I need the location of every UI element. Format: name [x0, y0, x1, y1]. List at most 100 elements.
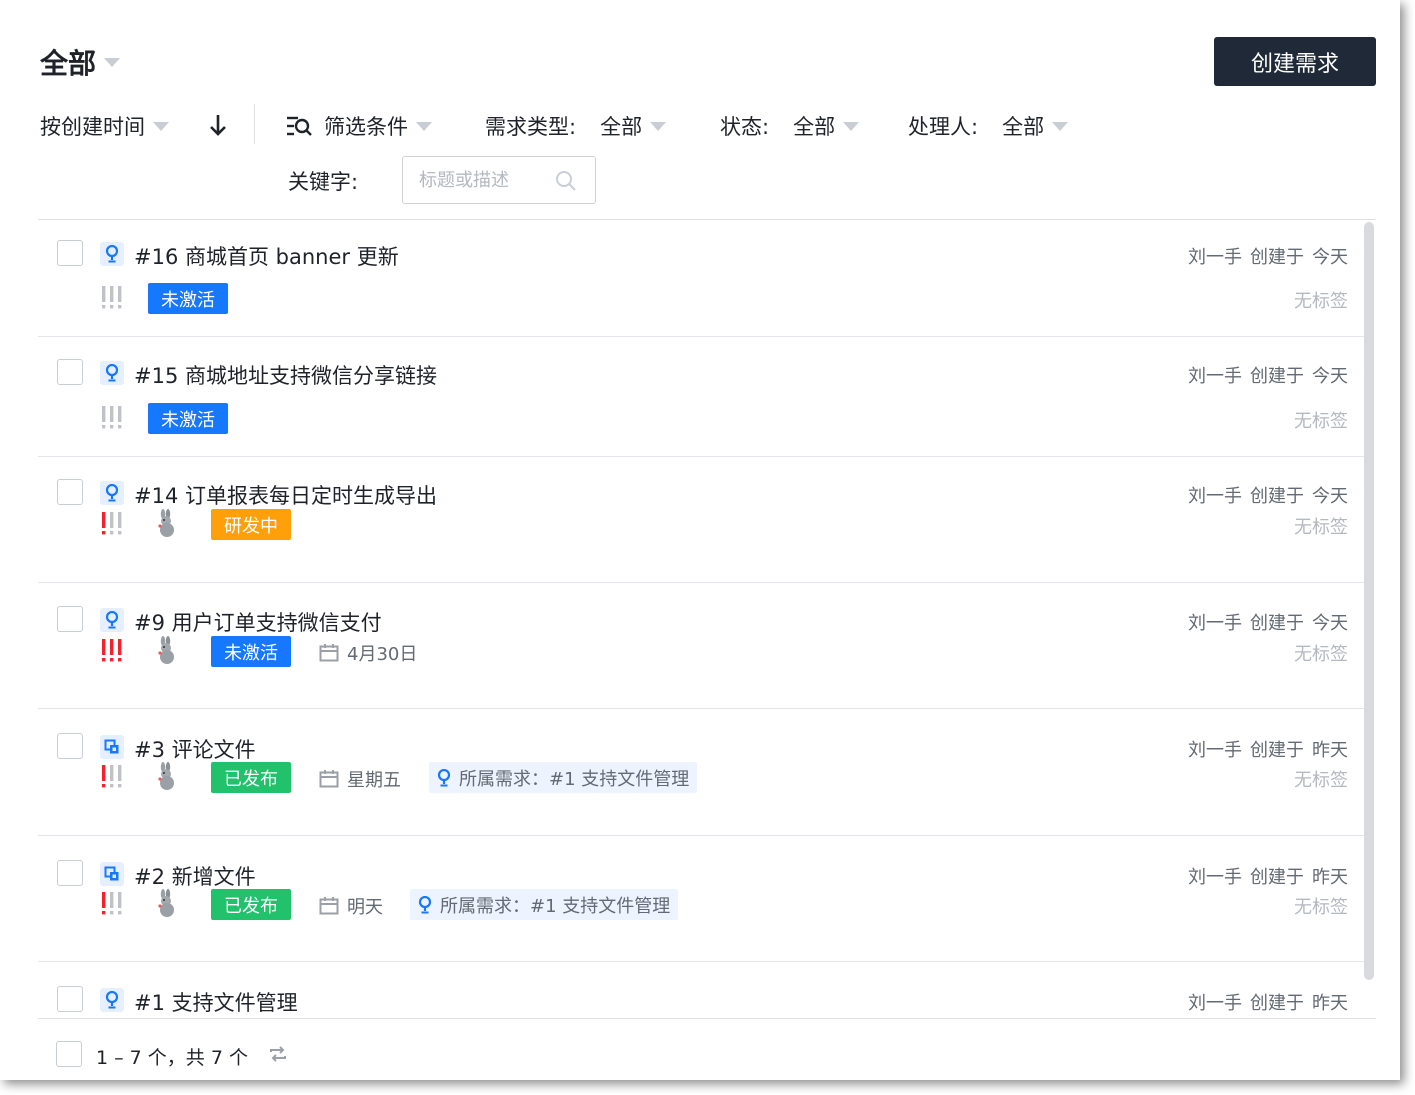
created-label: 创建于 — [1250, 740, 1304, 761]
assignee-label: 处理人: — [908, 115, 979, 139]
created-label: 创建于 — [1250, 993, 1304, 1014]
row-checkbox[interactable] — [57, 479, 83, 505]
row-meta: 刘一手 创建于 昨天 — [1188, 989, 1348, 1015]
assignee-avatar[interactable] — [156, 889, 178, 917]
row-title[interactable]: #1 支持文件管理 — [134, 987, 298, 1017]
select-all-checkbox[interactable] — [56, 1041, 82, 1067]
row-title[interactable]: #14 订单报表每日定时生成导出 — [134, 480, 437, 510]
created-label: 创建于 — [1250, 247, 1304, 268]
requirement-type-dropdown[interactable]: 需求类型: 全部 — [485, 108, 667, 144]
priority-low-icon[interactable] — [100, 405, 124, 431]
sort-direction-icon[interactable] — [208, 112, 228, 138]
row-checkbox[interactable] — [57, 240, 83, 266]
row-meta: 刘一手 创建于 今天 — [1188, 362, 1348, 388]
assignee-avatar[interactable] — [156, 509, 178, 537]
sort-label: 按创建时间 — [40, 115, 145, 139]
chevron-down-icon — [416, 121, 432, 131]
list-scrollbar[interactable] — [1364, 222, 1374, 980]
priority-medium-icon[interactable] — [100, 764, 124, 790]
row-meta: 刘一手 创建于 今天 — [1188, 609, 1348, 635]
row-title[interactable]: #2 新增文件 — [134, 861, 256, 891]
no-tags-label[interactable]: 无标签 — [1294, 407, 1348, 433]
row-checkbox[interactable] — [57, 606, 83, 632]
creator-name: 刘一手 — [1188, 993, 1242, 1014]
no-tags-label[interactable]: 无标签 — [1294, 513, 1348, 539]
no-tags-label[interactable]: 无标签 — [1294, 640, 1348, 666]
due-date-text: 星期五 — [347, 770, 401, 791]
status-badge[interactable]: 未激活 — [148, 283, 228, 314]
create-requirement-button[interactable]: 创建需求 — [1214, 37, 1376, 86]
chevron-down-icon — [650, 121, 667, 131]
creator-name: 刘一手 — [1188, 486, 1242, 507]
no-tags-label[interactable]: 无标签 — [1294, 287, 1348, 313]
filter-label: 筛选条件 — [324, 115, 408, 139]
search-icon[interactable] — [555, 170, 577, 192]
status-badge[interactable]: 已发布 — [211, 762, 291, 793]
priority-low-icon[interactable] — [100, 285, 124, 311]
no-tags-label[interactable]: 无标签 — [1294, 766, 1348, 792]
parent-requirement-link[interactable]: 所属需求：#1 支持文件管理 — [429, 762, 698, 793]
refresh-icon[interactable] — [268, 1044, 288, 1064]
keyword-label: 关键字: — [288, 170, 359, 194]
parent-requirement-link[interactable]: 所属需求：#1 支持文件管理 — [410, 889, 679, 920]
priority-high-icon[interactable] — [100, 638, 124, 664]
lightbulb-icon — [100, 361, 124, 385]
status-badge[interactable]: 已发布 — [211, 889, 291, 920]
parent-requirement-text: 所属需求：#1 支持文件管理 — [440, 895, 671, 917]
table-row[interactable]: #3 评论文件 刘一手 创建于 昨天 已发布 星期五 所属需求：#1 支持文件管理 … — [38, 709, 1364, 836]
filter-conditions-dropdown[interactable]: 筛选条件 — [286, 108, 432, 144]
created-time: 昨天 — [1312, 740, 1348, 761]
table-row[interactable]: #2 新增文件 刘一手 创建于 昨天 已发布 明天 所属需求：#1 支持文件管理 无… — [38, 836, 1364, 962]
pagination-summary: 1 – 7 个，共 7 个 — [96, 1047, 248, 1069]
assignee-dropdown[interactable]: 处理人: 全部 — [908, 108, 1069, 144]
sort-dropdown[interactable]: 按创建时间 — [40, 108, 169, 144]
row-checkbox[interactable] — [57, 986, 83, 1012]
row-meta: 刘一手 创建于 今天 — [1188, 482, 1348, 508]
status-dropdown[interactable]: 状态: 全部 — [720, 108, 860, 144]
type-label: 需求类型: — [485, 115, 577, 139]
due-date[interactable]: 4月30日 — [319, 640, 417, 666]
page-title: 全部 — [40, 47, 97, 80]
status-badge[interactable]: 未激活 — [148, 403, 228, 434]
assignee-value: 全部 — [1002, 115, 1045, 139]
calendar-icon — [319, 897, 339, 915]
requirements-panel: 全部 创建需求 按创建时间 筛选条件 需求类型: 全部 状态: 全部 处理人: — [0, 0, 1400, 1080]
keyword-search-box[interactable] — [402, 156, 596, 204]
row-checkbox[interactable] — [57, 733, 83, 759]
priority-medium-icon[interactable] — [100, 891, 124, 917]
lightbulb-icon — [437, 768, 451, 786]
status-label: 状态: — [720, 115, 770, 139]
view-selector[interactable]: 全部 — [40, 42, 121, 82]
table-row[interactable]: #9 用户订单支持微信支付 刘一手 创建于 今天 未激活 4月30日 无标签 — [38, 583, 1364, 709]
created-time: 今天 — [1312, 247, 1348, 268]
no-tags-label[interactable]: 无标签 — [1294, 893, 1348, 919]
keyword-input[interactable] — [419, 169, 549, 191]
due-date[interactable]: 星期五 — [319, 766, 401, 792]
assignee-avatar[interactable] — [156, 636, 178, 664]
table-row[interactable]: #15 商城地址支持微信分享链接 刘一手 创建于 今天 未激活 无标签 — [38, 337, 1364, 457]
assignee-avatar[interactable] — [156, 762, 178, 790]
table-row[interactable]: #16 商城首页 banner 更新 刘一手 创建于 今天 未激活 无标签 — [38, 220, 1364, 337]
creator-name: 刘一手 — [1188, 366, 1242, 387]
created-time: 今天 — [1312, 613, 1348, 634]
status-badge[interactable]: 研发中 — [211, 509, 291, 540]
priority-medium-icon[interactable] — [100, 511, 124, 537]
row-checkbox[interactable] — [57, 359, 83, 385]
lightbulb-icon — [100, 608, 124, 632]
table-row[interactable]: #14 订单报表每日定时生成导出 刘一手 创建于 今天 研发中 无标签 — [38, 457, 1364, 583]
due-date[interactable]: 明天 — [319, 893, 383, 919]
creator-name: 刘一手 — [1188, 867, 1242, 888]
row-title[interactable]: #16 商城首页 banner 更新 — [134, 241, 399, 271]
calendar-icon — [319, 770, 339, 788]
created-label: 创建于 — [1250, 613, 1304, 634]
chevron-down-icon — [153, 121, 169, 131]
row-title[interactable]: #3 评论文件 — [134, 734, 256, 764]
toolbar-divider — [254, 104, 255, 144]
row-title[interactable]: #9 用户订单支持微信支付 — [134, 607, 382, 637]
calendar-icon — [319, 644, 339, 662]
lightbulb-icon — [100, 242, 124, 266]
status-badge[interactable]: 未激活 — [211, 636, 291, 667]
row-title[interactable]: #15 商城地址支持微信分享链接 — [134, 360, 437, 390]
row-checkbox[interactable] — [57, 860, 83, 886]
table-row[interactable]: #1 支持文件管理 刘一手 创建于 昨天 — [38, 962, 1364, 1018]
